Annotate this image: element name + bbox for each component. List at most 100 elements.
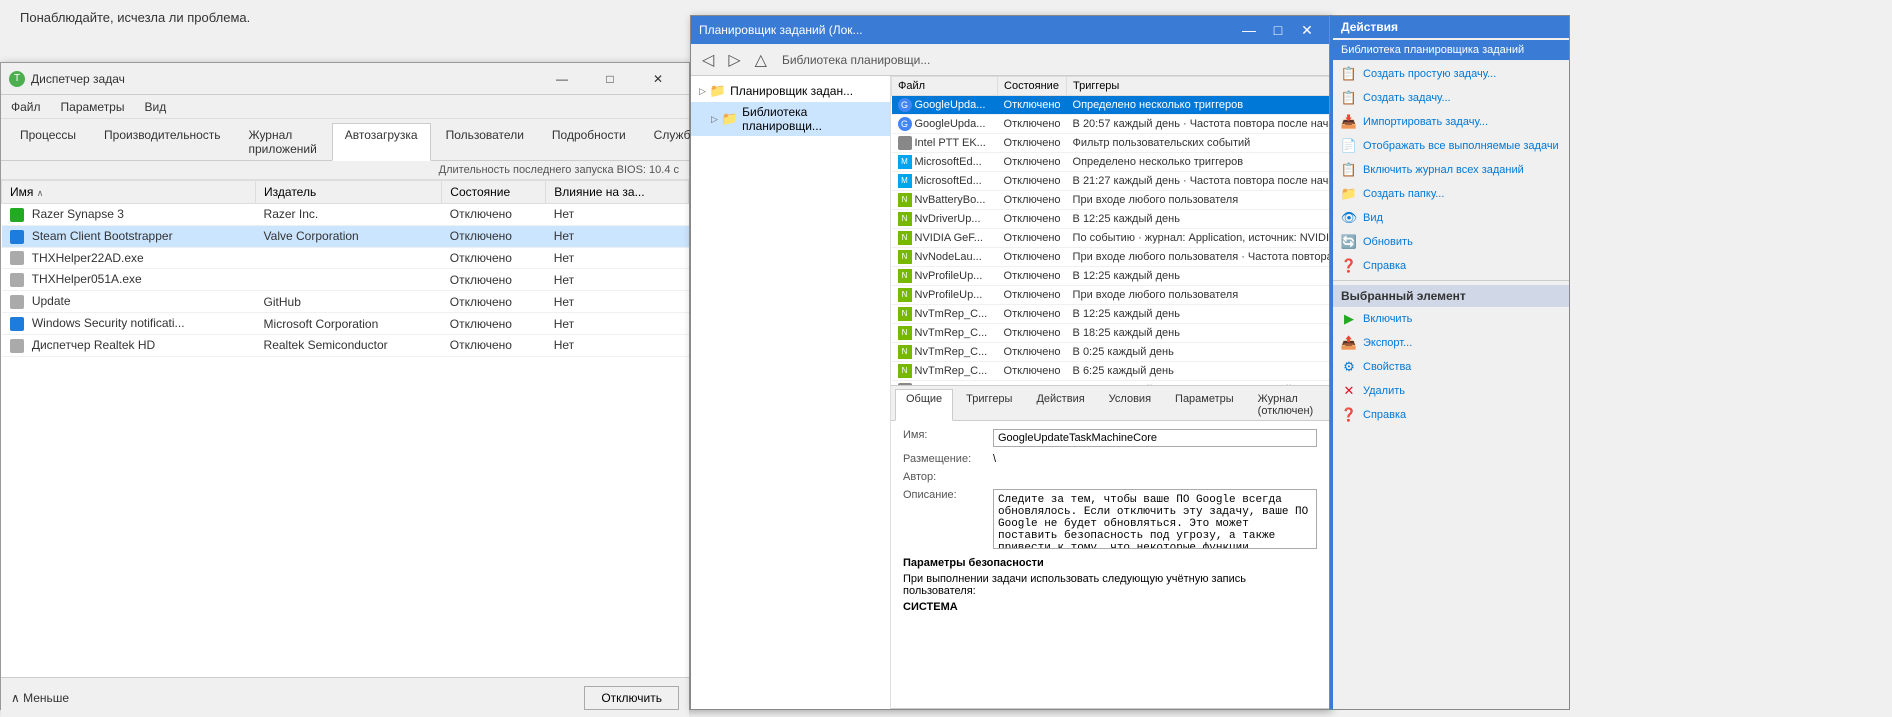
library-action-2[interactable]: 📥 Импортировать задачу... — [1333, 110, 1569, 134]
th-publisher[interactable]: Издатель — [256, 181, 442, 204]
list-item[interactable]: NNvBatteryBo... Отключено При входе любо… — [892, 191, 1330, 210]
selected-action-1[interactable]: 📤 Экспорт... — [1333, 331, 1569, 355]
th-name[interactable]: Имя ∧ — [2, 181, 256, 204]
actions-panel: Действия Библиотека планировщика заданий… — [1330, 15, 1570, 710]
ts-breadcrumb: Библиотека планировщи... — [782, 53, 930, 67]
ts-minimize-btn[interactable]: — — [1235, 16, 1263, 44]
tm-table-scroll[interactable]: Имя ∧ Издатель Состояние Влияние на за..… — [1, 180, 689, 677]
ts-cell-trigger: В 20:57 каждый день · Частота повтора по… — [1067, 115, 1329, 134]
library-action-7[interactable]: 🔄 Обновить — [1333, 230, 1569, 254]
ts-forward-btn[interactable]: ▷ — [723, 48, 745, 72]
detail-tab-5[interactable]: Журнал (отключен) — [1247, 389, 1329, 420]
action-label-7: Обновить — [1363, 236, 1413, 248]
library-action-3[interactable]: 📄 Отображать все выполняемые задачи — [1333, 134, 1569, 158]
detail-name-row: Имя: — [903, 429, 1317, 447]
ts-cell-name: Intel PTT EK... — [892, 134, 998, 153]
library-action-8[interactable]: ❓ Справка — [1333, 254, 1569, 278]
list-item[interactable]: NNVIDIA GeF... Отключено По событию · жу… — [892, 229, 1330, 248]
tm-minimize-btn[interactable]: — — [539, 63, 585, 95]
list-item[interactable]: NNvNodeLau... Отключено При входе любого… — [892, 248, 1330, 267]
ts-tasks-table-area[interactable]: Файл Состояние Триггеры GGoogleUpda... О… — [891, 76, 1329, 386]
ts-cell-status: Отключено — [998, 286, 1067, 305]
tm-menu-params[interactable]: Параметры — [51, 95, 135, 118]
tm-menu-file[interactable]: Файл — [1, 95, 51, 118]
list-item[interactable]: GGoogleUpda... Отключено Определено неск… — [892, 96, 1330, 115]
detail-tab-4[interactable]: Параметры — [1164, 389, 1245, 420]
th-status[interactable]: Состояние — [442, 181, 546, 204]
tm-close-btn[interactable]: ✕ — [635, 63, 681, 95]
tm-window-controls: — □ ✕ — [539, 63, 681, 95]
ts-cell-name: GGoogleUpda... — [892, 96, 998, 115]
list-item[interactable]: NNvProfileUp... Отключено При входе любо… — [892, 286, 1330, 305]
tm-collapse-btn[interactable]: ∧ Меньше — [11, 691, 69, 705]
table-row[interactable]: Steam Client Bootstrapper Valve Corporat… — [2, 225, 689, 247]
tm-disable-btn[interactable]: Отключить — [584, 686, 679, 710]
background-text: Понаблюдайте, исчезла ли проблема. — [20, 10, 250, 25]
cell-status: Отключено — [442, 334, 546, 356]
tab-users[interactable]: Пользователи — [433, 123, 537, 160]
detail-placement-label: Размещение: — [903, 453, 993, 465]
action-icon-7: 🔄 — [1341, 234, 1357, 250]
sel-action-label-3: Удалить — [1363, 385, 1405, 397]
sel-action-icon-0: ▶ — [1341, 311, 1357, 327]
ts-close-btn[interactable]: ✕ — [1293, 16, 1321, 44]
selected-action-0[interactable]: ▶ Включить — [1333, 307, 1569, 331]
list-item[interactable]: Intel PTT EK... Отключено Фильтр пользов… — [892, 134, 1330, 153]
sel-action-icon-3: ✕ — [1341, 383, 1357, 399]
ts-th-triggers[interactable]: Триггеры — [1067, 77, 1329, 96]
ts-cell-name: NNvTmRep_C... — [892, 343, 998, 362]
action-icon-8: ❓ — [1341, 258, 1357, 274]
ts-th-status[interactable]: Состояние — [998, 77, 1067, 96]
library-action-5[interactable]: 📁 Создать папку... — [1333, 182, 1569, 206]
detail-tab-1[interactable]: Триггеры — [955, 389, 1023, 420]
th-impact[interactable]: Влияние на за... — [546, 181, 689, 204]
cell-publisher: Razer Inc. — [256, 204, 442, 226]
library-action-4[interactable]: 📋 Включить журнал всех заданий — [1333, 158, 1569, 182]
list-item[interactable]: MMicrosoftEd... Отключено Определено нес… — [892, 153, 1330, 172]
detail-description-textarea[interactable]: Следите за тем, чтобы ваше ПО Google все… — [993, 489, 1317, 549]
ts-back-btn[interactable]: ◁ — [697, 48, 719, 72]
tab-startup[interactable]: Автозагрузка — [332, 123, 431, 161]
ts-cell-trigger: В 12:25 каждый день — [1067, 305, 1329, 324]
ts-tree-library[interactable]: ▷ 📁 Библиотека планировщи... — [691, 102, 890, 136]
table-row[interactable]: THXHelper051A.exe Отключено Нет — [2, 269, 689, 291]
detail-tab-2[interactable]: Действия — [1025, 389, 1095, 420]
table-row[interactable]: THXHelper22AD.exe Отключено Нет — [2, 247, 689, 269]
table-row[interactable]: Диспетчер Realtek HD Realtek Semiconduct… — [2, 334, 689, 356]
list-item[interactable]: NNvTmRep_C... Отключено В 0:25 каждый де… — [892, 343, 1330, 362]
ts-cell-trigger: Определено несколько триггеров — [1067, 153, 1329, 172]
cell-impact: Нет — [546, 225, 689, 247]
selected-action-4[interactable]: ❓ Справка — [1333, 403, 1569, 427]
list-item[interactable]: NNvTmRep_C... Отключено В 12:25 каждый д… — [892, 305, 1330, 324]
ts-cell-status: Отключено — [998, 210, 1067, 229]
list-item[interactable]: NNvDriverUp... Отключено В 12:25 каждый … — [892, 210, 1330, 229]
ts-tree-root[interactable]: ▷ 📁 Планировщик задан... — [691, 80, 890, 102]
selected-action-2[interactable]: ⚙ Свойства — [1333, 355, 1569, 379]
ts-maximize-btn[interactable]: □ — [1264, 16, 1292, 44]
list-item[interactable]: NNvTmRep_C... Отключено В 6:25 каждый де… — [892, 362, 1330, 381]
tab-processes[interactable]: Процессы — [7, 123, 89, 160]
list-item[interactable]: MMicrosoftEd... Отключено В 21:27 каждый… — [892, 172, 1330, 191]
security-title: Параметры безопасности — [903, 557, 1317, 569]
library-action-6[interactable]: 👁 Вид — [1333, 206, 1569, 230]
tab-app-history[interactable]: Журнал приложений — [236, 123, 330, 160]
selected-action-3[interactable]: ✕ Удалить — [1333, 379, 1569, 403]
table-row[interactable]: Razer Synapse 3 Razer Inc. Отключено Нет — [2, 204, 689, 226]
list-item[interactable]: NNvProfileUp... Отключено В 12:25 каждый… — [892, 267, 1330, 286]
ts-up-btn[interactable]: △ — [750, 48, 772, 72]
detail-name-input[interactable] — [993, 429, 1317, 447]
ts-security-section: Параметры безопасности При выполнении за… — [903, 557, 1317, 613]
tab-performance[interactable]: Производительность — [91, 123, 233, 160]
tm-maximize-btn[interactable]: □ — [587, 63, 633, 95]
detail-tab-0[interactable]: Общие — [895, 389, 953, 421]
list-item[interactable]: GGoogleUpda... Отключено В 20:57 каждый … — [892, 115, 1330, 134]
detail-tab-3[interactable]: Условия — [1098, 389, 1162, 420]
table-row[interactable]: Update GitHub Отключено Нет — [2, 291, 689, 313]
library-action-1[interactable]: 📋 Создать задачу... — [1333, 86, 1569, 110]
list-item[interactable]: NNvTmRep_C... Отключено В 18:25 каждый д… — [892, 324, 1330, 343]
table-row[interactable]: Windows Security notificati... Microsoft… — [2, 313, 689, 335]
tab-details[interactable]: Подробности — [539, 123, 639, 160]
tm-menu-view[interactable]: Вид — [134, 95, 176, 118]
library-action-0[interactable]: 📋 Создать простую задачу... — [1333, 62, 1569, 86]
ts-th-file[interactable]: Файл — [892, 77, 998, 96]
